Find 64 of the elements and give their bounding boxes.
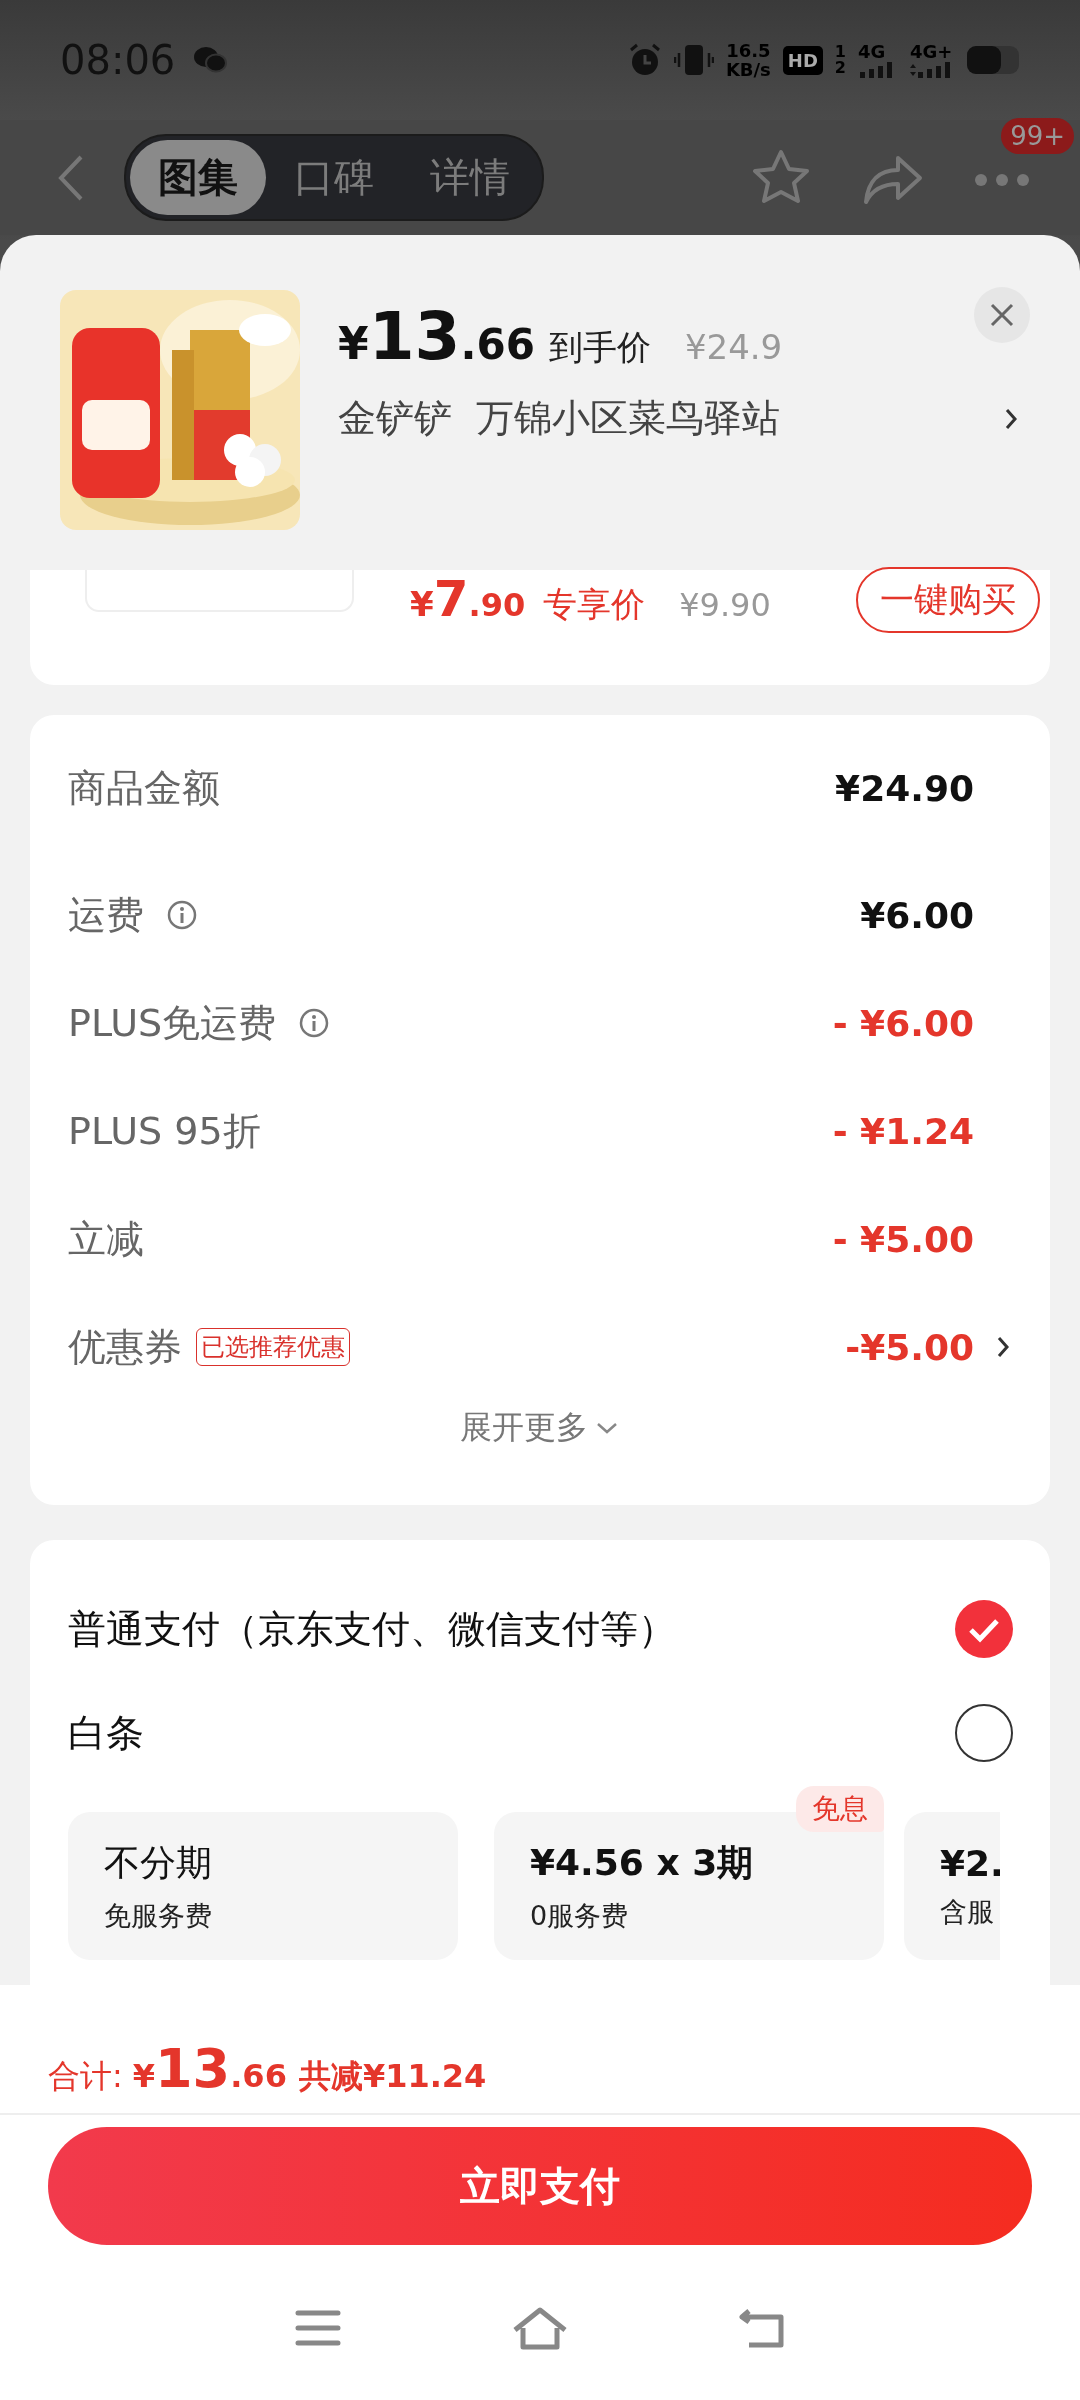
total-label: 合计:	[48, 2056, 123, 2097]
installment-option[interactable]: 不分期 免服务费	[68, 1812, 458, 1960]
alarm-icon	[627, 43, 662, 77]
expand-more-button[interactable]: 展开更多	[454, 1405, 624, 1451]
fee-amount: - ¥6.00	[832, 1002, 974, 1044]
close-icon	[989, 302, 1015, 328]
fee-amount: ¥6.00	[860, 894, 974, 936]
original-price: ¥24.9	[684, 327, 783, 367]
sim-slot: 2	[834, 60, 846, 76]
total-integer: 13	[155, 2037, 231, 2100]
back-icon[interactable]	[739, 2307, 785, 2348]
price-decimal: .90	[468, 586, 526, 624]
vibrate-icon	[673, 43, 714, 77]
currency-sign: ¥	[410, 584, 434, 624]
chevron-icon[interactable]	[996, 1335, 1010, 1359]
chevron-down-icon	[596, 1422, 618, 1434]
interest-free-badge: 免息	[796, 1786, 884, 1832]
network-speed: 16.5 KB/s	[725, 41, 771, 79]
pay-now-button[interactable]: 立即支付	[48, 2127, 1032, 2245]
hd-indicator: HD	[782, 45, 823, 75]
home-icon[interactable]	[511, 2305, 569, 2350]
total-saving: 共减¥11.24	[298, 2056, 487, 2097]
tab[interactable]: 口碑	[266, 140, 402, 215]
sim-slot: 1	[834, 44, 846, 60]
close-button[interactable]	[974, 287, 1030, 343]
installment-option[interactable]: ¥2. 含服	[904, 1812, 1000, 1960]
currency-sign: ¥	[338, 318, 369, 369]
fee-amount: - ¥5.00	[832, 1218, 974, 1260]
original-price: ¥9.90	[679, 586, 771, 624]
chat-icon	[193, 46, 228, 74]
currency-sign: ¥	[132, 2057, 156, 2095]
price-decimal: .66	[460, 320, 535, 369]
price-integer: 7	[433, 570, 469, 628]
price-integer: 13	[368, 298, 461, 375]
notification-badge: 99+	[1001, 118, 1074, 154]
more-icon[interactable]	[974, 173, 1030, 187]
info-icon[interactable]	[166, 899, 198, 931]
fee-label: PLUS免运费	[68, 999, 277, 1047]
network-type: 4G+	[910, 42, 953, 62]
fee-amount: ¥24.90	[835, 767, 974, 809]
fee-label: 立减	[68, 1215, 144, 1263]
tab[interactable]: 图集	[130, 140, 266, 215]
radio-button[interactable]	[954, 1599, 1014, 1659]
fee-amount: -¥5.00	[845, 1326, 974, 1368]
battery-icon	[966, 45, 1020, 75]
payment-option[interactable]: 白条	[68, 1707, 144, 1759]
fee-label: 运费	[68, 891, 144, 939]
back-icon[interactable]	[58, 154, 84, 201]
tab[interactable]: 详情	[402, 140, 538, 215]
total-decimal: .66	[230, 2057, 287, 2095]
payment-option[interactable]: 普通支付（京东支付、微信支付等）	[68, 1603, 676, 1655]
price-label: 专享价	[543, 583, 646, 626]
buy-now-button[interactable]: 一键购买	[856, 567, 1040, 633]
price-label: 到手价	[548, 326, 651, 369]
fee-label: 优惠券	[68, 1323, 182, 1371]
fee-label: 商品金额	[68, 764, 220, 812]
fee-amount: - ¥1.24	[832, 1110, 974, 1152]
chevron-icon[interactable]	[1004, 406, 1018, 431]
pickup-location[interactable]: 金铲铲 万锦小区菜鸟驿站	[338, 393, 781, 444]
coupon-tag: 已选推荐优惠	[196, 1328, 350, 1366]
fee-label: PLUS 95折	[68, 1107, 261, 1155]
radio-button[interactable]	[954, 1703, 1014, 1763]
info-icon[interactable]	[298, 1007, 331, 1039]
network-type: 4G	[858, 42, 886, 62]
